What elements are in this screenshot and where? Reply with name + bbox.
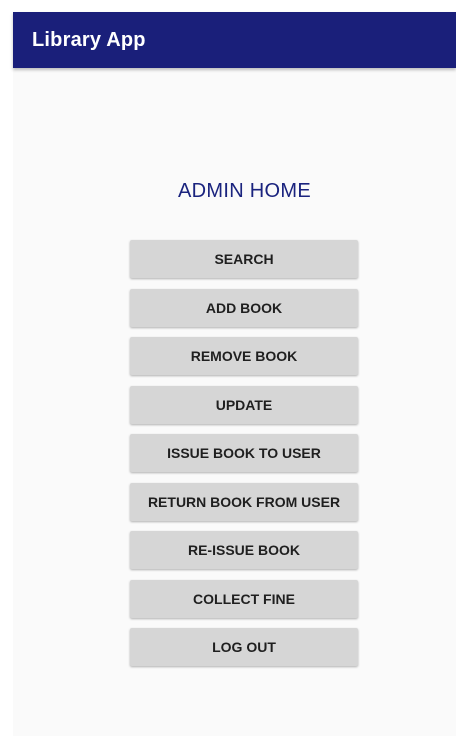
remove-book-button[interactable]: REMOVE BOOK <box>130 337 358 375</box>
issue-book-button[interactable]: ISSUE BOOK TO USER <box>130 434 358 472</box>
reissue-book-button[interactable]: RE-ISSUE BOOK <box>130 531 358 569</box>
app-screen: Library App ADMIN HOME SEARCH ADD BOOK R… <box>13 12 456 736</box>
admin-menu: SEARCH ADD BOOK REMOVE BOOK UPDATE ISSUE… <box>130 240 358 677</box>
search-button[interactable]: SEARCH <box>130 240 358 278</box>
collect-fine-button[interactable]: COLLECT FINE <box>130 579 358 618</box>
app-title: Library App <box>32 29 146 51</box>
return-book-button[interactable]: RETURN BOOK FROM USER <box>130 482 358 521</box>
update-button[interactable]: UPDATE <box>130 385 358 424</box>
page-title: ADMIN HOME <box>178 180 311 202</box>
app-bar: Library App <box>13 12 456 68</box>
add-book-button[interactable]: ADD BOOK <box>130 288 358 327</box>
log-out-button[interactable]: LOG OUT <box>130 628 358 666</box>
